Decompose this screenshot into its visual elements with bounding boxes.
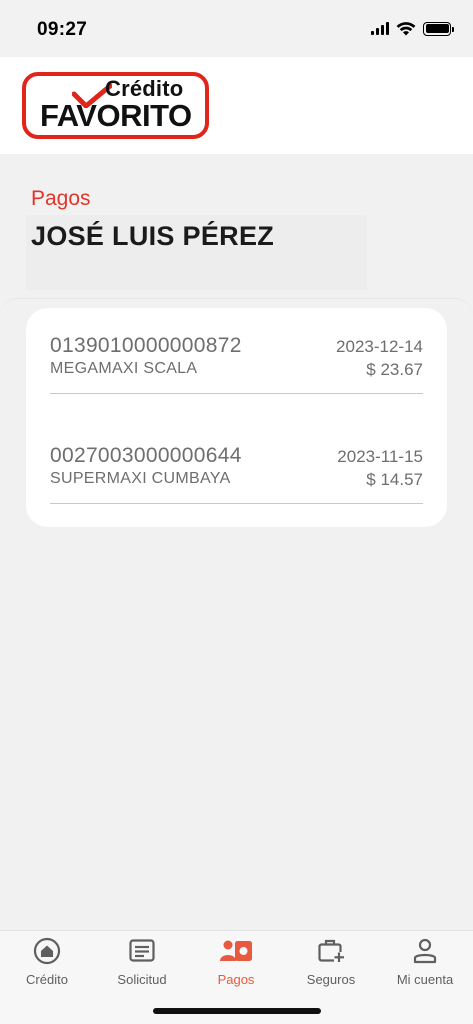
- nav-label: Solicitud: [117, 972, 167, 987]
- payment-amount: $ 14.57: [366, 470, 423, 489]
- app-header: Crédito FAVORITO: [0, 57, 473, 154]
- nav-item-pagos[interactable]: Pagos: [189, 937, 283, 997]
- nav-item-credito[interactable]: Crédito: [0, 937, 94, 997]
- user-name: JOSÉ LUIS PÉREZ: [31, 221, 275, 251]
- user-icon: [413, 938, 437, 964]
- payment-row[interactable]: 0027003000000644 SUPERMAXI CUMBAYA 2023-…: [50, 442, 423, 528]
- signal-icon: [371, 22, 389, 35]
- status-icons: [371, 21, 454, 36]
- home-icon: [33, 937, 61, 965]
- nav-label: Pagos: [217, 972, 255, 987]
- battery-icon: [423, 21, 454, 36]
- brand-logo[interactable]: Crédito FAVORITO: [22, 72, 209, 139]
- nav-item-mi-cuenta[interactable]: Mi cuenta: [378, 937, 472, 997]
- brand-line2: FAVORITO: [40, 98, 192, 133]
- status-time: 09:27: [37, 19, 88, 40]
- nav-item-solicitud[interactable]: Solicitud: [95, 937, 189, 997]
- payment-date: 2023-11-15: [337, 447, 423, 466]
- section-label: Pagos: [31, 187, 91, 210]
- form-icon: [129, 939, 155, 962]
- nav-label: Mi cuenta: [396, 972, 454, 987]
- nav-label: Crédito: [26, 972, 68, 987]
- payment-code: 0139010000000872: [50, 334, 242, 357]
- payment-row[interactable]: 0139010000000872 MEGAMAXI SCALA 2023-12-…: [50, 332, 423, 418]
- home-indicator: [153, 1008, 321, 1014]
- payment-amount: $ 23.67: [366, 360, 423, 379]
- row-divider: [50, 393, 423, 394]
- payments-card: 0139010000000872 MEGAMAXI SCALA 2023-12-…: [26, 308, 447, 527]
- payment-code: 0027003000000644: [50, 444, 242, 467]
- nav-label: Seguros: [306, 972, 356, 987]
- briefcase-plus-icon: [318, 939, 344, 962]
- payment-date: 2023-12-14: [336, 337, 423, 356]
- payment-store: SUPERMAXI CUMBAYA: [50, 470, 231, 487]
- payments-icon: [220, 940, 252, 961]
- row-divider: [50, 503, 423, 504]
- status-bar: 09:27: [0, 0, 473, 57]
- payment-store: MEGAMAXI SCALA: [50, 360, 198, 377]
- nav-item-seguros[interactable]: Seguros: [284, 937, 378, 997]
- wifi-icon: [396, 22, 416, 36]
